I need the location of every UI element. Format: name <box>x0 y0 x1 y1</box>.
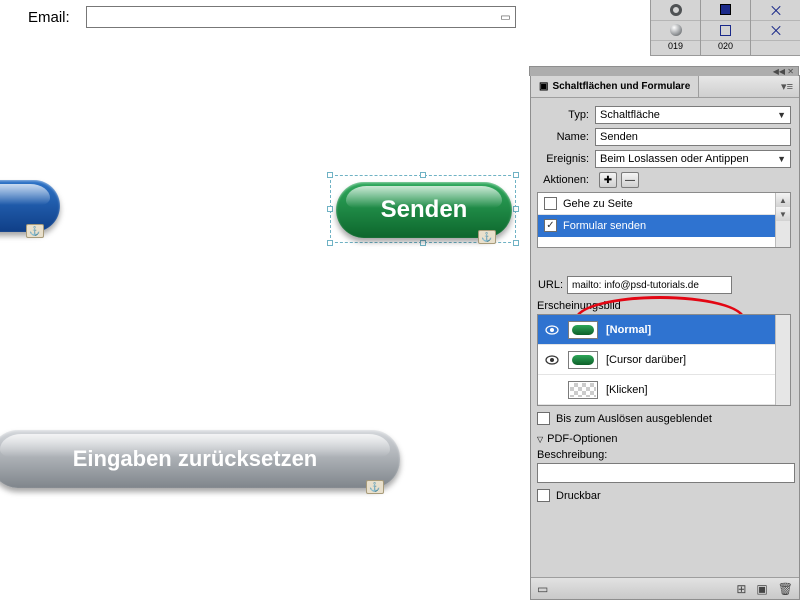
state-row[interactable]: [Normal] <box>538 315 790 345</box>
swatch-cell[interactable] <box>651 0 700 21</box>
state-list[interactable]: [Normal] [Cursor darüber] [Klicken] <box>537 314 791 406</box>
name-label: Name: <box>537 131 595 143</box>
name-input[interactable]: Senden <box>595 128 791 146</box>
input-value: mailto: info@psd-tutorials.de <box>572 280 699 291</box>
grey-reset-button[interactable]: Eingaben zurücksetzen ⚓ <box>0 430 400 488</box>
button-label: Senden <box>381 196 468 224</box>
panel-footer: ▭ ⊞ ▣ 🗑 <box>531 577 799 599</box>
state-label: [Cursor darüber] <box>606 354 686 366</box>
url-input[interactable]: mailto: info@psd-tutorials.de <box>567 276 732 294</box>
checkbox[interactable]: ✓ <box>544 219 557 232</box>
email-text-field[interactable]: ▭ <box>86 6 516 28</box>
preview-icon[interactable]: ▭ <box>537 582 548 596</box>
panel-tab[interactable]: ▣ Schaltflächen und Formulare <box>531 76 699 97</box>
event-dropdown[interactable]: Beim Loslassen oder Antippen ▼ <box>595 150 791 168</box>
action-label: Gehe zu Seite <box>563 198 633 210</box>
action-label: Formular senden <box>563 220 646 232</box>
swatch-cell[interactable] <box>651 21 700 42</box>
selection-bounds[interactable]: Senden ⚓ <box>330 175 516 243</box>
document-canvas: Email: ▭ en ⚓ Senden ⚓ Eingaben zurückse… <box>0 0 530 600</box>
state-row[interactable]: [Klicken] <box>538 375 790 405</box>
chevron-down-icon: ▼ <box>777 154 786 164</box>
state-thumbnail <box>568 321 598 339</box>
action-item[interactable]: Gehe zu Seite <box>538 193 790 215</box>
state-label: [Klicken] <box>606 384 648 396</box>
chevron-down-icon: ▼ <box>777 110 786 120</box>
anchor-icon: ⚓ <box>26 224 44 238</box>
swatch-label <box>751 41 800 55</box>
hide-until-trigger-label: Bis zum Auslösen ausgeblendet <box>556 413 712 425</box>
visibility-icon[interactable] <box>544 323 560 337</box>
dropdown-value: Schaltfläche <box>600 109 660 121</box>
anchor-icon: ⚓ <box>478 230 496 244</box>
state-row[interactable]: [Cursor darüber] <box>538 345 790 375</box>
form-icon: ▣ <box>539 81 548 92</box>
swatch-cell[interactable] <box>751 21 800 42</box>
trash-icon[interactable]: 🗑 <box>778 582 793 596</box>
remove-action-button[interactable]: — <box>621 172 639 188</box>
swatch-cell[interactable] <box>701 0 750 21</box>
actions-list[interactable]: Gehe zu Seite ✓ Formular senden ▲ ▼ <box>537 192 791 248</box>
add-action-button[interactable]: ✚ <box>599 172 617 188</box>
input-value: Senden <box>600 131 638 143</box>
button-label: Eingaben zurücksetzen <box>73 446 318 472</box>
scroll-down-icon[interactable]: ▼ <box>776 207 790 221</box>
state-thumbnail <box>568 351 598 369</box>
scroll-up-icon[interactable]: ▲ <box>776 193 790 207</box>
visibility-icon[interactable] <box>544 383 560 397</box>
state-thumbnail <box>568 381 598 399</box>
anchor-icon: ⚓ <box>366 480 384 494</box>
new-icon[interactable]: ▣ <box>756 582 767 596</box>
dropdown-value: Beim Loslassen oder Antippen <box>600 153 749 165</box>
panel-tab-label: Schaltflächen und Formulare <box>552 81 690 92</box>
appearance-label: Erscheinungsbild <box>537 300 791 312</box>
description-label: Beschreibung: <box>537 449 791 461</box>
actions-label: Aktionen: <box>537 174 595 186</box>
type-label: Typ: <box>537 109 595 121</box>
disclosure-triangle-icon: ▽ <box>537 435 543 444</box>
panel-grip[interactable]: ◀◀ ✕ <box>529 66 799 76</box>
field-type-icon: ▭ <box>500 11 510 24</box>
panel-menu-icon[interactable]: ▾≡ <box>775 80 799 93</box>
swatch-cell[interactable] <box>701 21 750 42</box>
email-label: Email: <box>28 9 70 26</box>
swatch-label: 019 <box>651 41 700 55</box>
url-label: URL: <box>537 279 567 291</box>
swatch-cell[interactable] <box>751 0 800 21</box>
scrollbar[interactable] <box>775 315 790 405</box>
state-label: [Normal] <box>606 324 651 336</box>
green-submit-button[interactable]: Senden ⚓ <box>336 182 512 238</box>
section-label: PDF-Optionen <box>547 433 617 445</box>
blue-submit-button[interactable]: en ⚓ <box>0 180 60 232</box>
checkbox[interactable] <box>537 489 550 502</box>
type-dropdown[interactable]: Schaltfläche ▼ <box>595 106 791 124</box>
swatch-label: 020 <box>701 41 750 55</box>
pdf-options-disclosure[interactable]: ▽ PDF-Optionen <box>537 433 791 445</box>
description-input[interactable] <box>537 463 795 483</box>
event-label: Ereignis: <box>537 153 595 165</box>
buttons-forms-panel: ◀◀ ✕ ▣ Schaltflächen und Formulare ▾≡ Ty… <box>530 75 800 600</box>
checkbox[interactable] <box>537 412 550 425</box>
printable-label: Druckbar <box>556 490 601 502</box>
scrollbar[interactable]: ▲ ▼ <box>775 193 790 247</box>
action-item[interactable]: ✓ Formular senden <box>538 215 790 237</box>
checkbox[interactable] <box>544 197 557 210</box>
swatch-strip: 019 020 <box>650 0 800 56</box>
convert-icon[interactable]: ⊞ <box>736 582 746 596</box>
visibility-icon[interactable] <box>544 353 560 367</box>
